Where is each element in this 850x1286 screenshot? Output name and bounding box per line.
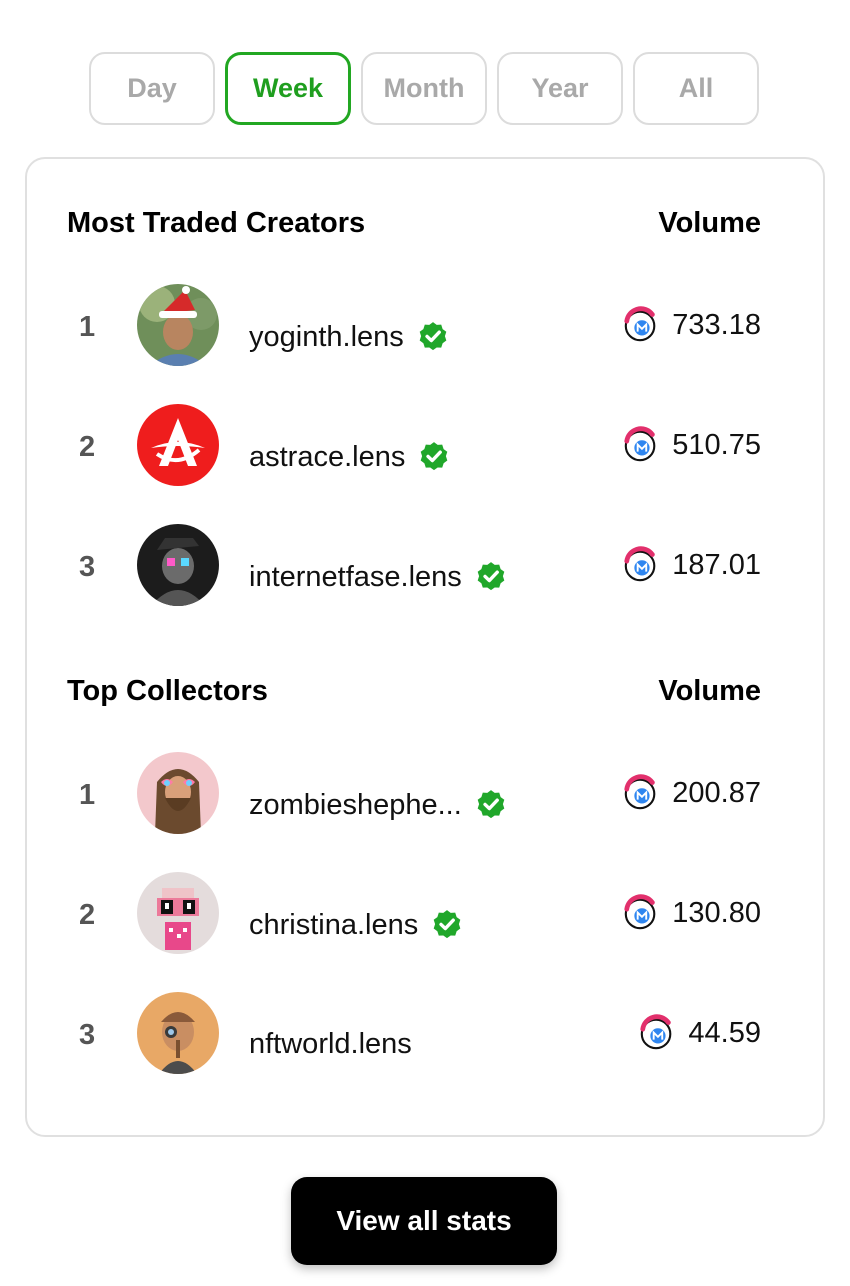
volume-value: 130.80 xyxy=(672,896,761,929)
creators-title: Most Traded Creators xyxy=(67,207,366,239)
volume-value: 187.01 xyxy=(672,548,761,581)
tab-month[interactable]: Month xyxy=(361,52,487,125)
volume-value: 733.18 xyxy=(672,308,761,341)
collectors-volume-label: Volume xyxy=(658,675,761,707)
rank: 3 xyxy=(79,551,96,583)
stats-card: Most Traded Creators Volume 1 yoginth.le… xyxy=(25,157,825,1137)
token-coin-icon xyxy=(624,306,656,342)
verified-badge-icon xyxy=(477,562,505,591)
creator-name[interactable]: astrace.lens xyxy=(249,441,405,474)
avatar[interactable] xyxy=(137,752,219,834)
rank: 2 xyxy=(79,431,96,463)
tab-day[interactable]: Day xyxy=(89,52,215,125)
verified-badge-icon xyxy=(433,910,461,939)
creator-name[interactable]: yoginth.lens xyxy=(249,321,404,354)
token-coin-icon xyxy=(640,1014,672,1050)
verified-badge-icon xyxy=(477,790,505,819)
volume-value: 510.75 xyxy=(672,428,761,461)
token-coin-icon xyxy=(624,546,656,582)
collector-row-2[interactable]: 2 christina.lens 130.80 xyxy=(27,872,823,954)
volume-value: 200.87 xyxy=(672,776,761,809)
rank: 2 xyxy=(79,899,96,931)
verified-badge-icon xyxy=(419,322,447,351)
collector-name[interactable]: christina.lens xyxy=(249,909,418,942)
avatar[interactable] xyxy=(137,284,219,366)
collector-row-1[interactable]: 1 zombieshephe... 200.87 xyxy=(27,752,823,834)
view-all-stats-button[interactable]: View all stats xyxy=(291,1177,557,1265)
rank: 1 xyxy=(79,779,96,811)
avatar[interactable] xyxy=(137,992,219,1074)
token-coin-icon xyxy=(624,774,656,810)
creators-header: Most Traded Creators Volume xyxy=(67,207,761,240)
tab-year[interactable]: Year xyxy=(497,52,623,125)
tab-week[interactable]: Week xyxy=(225,52,351,125)
creator-name[interactable]: internetfase.lens xyxy=(249,561,462,594)
rank: 3 xyxy=(79,1019,96,1051)
collector-name[interactable]: zombieshephe... xyxy=(249,789,462,822)
token-coin-icon xyxy=(624,894,656,930)
tab-all[interactable]: All xyxy=(633,52,759,125)
volume-value: 44.59 xyxy=(688,1016,761,1049)
period-tabs: Day Week Month Year All xyxy=(89,52,759,125)
verified-badge-icon xyxy=(421,442,448,471)
creator-row-3[interactable]: 3 internetfase.lens 187.01 xyxy=(27,524,823,606)
avatar[interactable] xyxy=(137,404,219,486)
collector-name[interactable]: nftworld.lens xyxy=(249,1028,412,1061)
creators-volume-label: Volume xyxy=(658,207,761,239)
creator-row-2[interactable]: 2 astrace.lens 510.75 xyxy=(27,404,823,486)
rank: 1 xyxy=(79,311,96,343)
collectors-header: Top Collectors Volume xyxy=(67,675,761,708)
collector-row-3[interactable]: 3 nftworld.lens 44.59 xyxy=(27,992,823,1074)
collectors-title: Top Collectors xyxy=(67,675,268,707)
avatar[interactable] xyxy=(137,524,219,606)
avatar[interactable] xyxy=(137,872,219,954)
token-coin-icon xyxy=(624,426,656,462)
creator-row-1[interactable]: 1 yoginth.lens 733.18 xyxy=(27,284,823,366)
